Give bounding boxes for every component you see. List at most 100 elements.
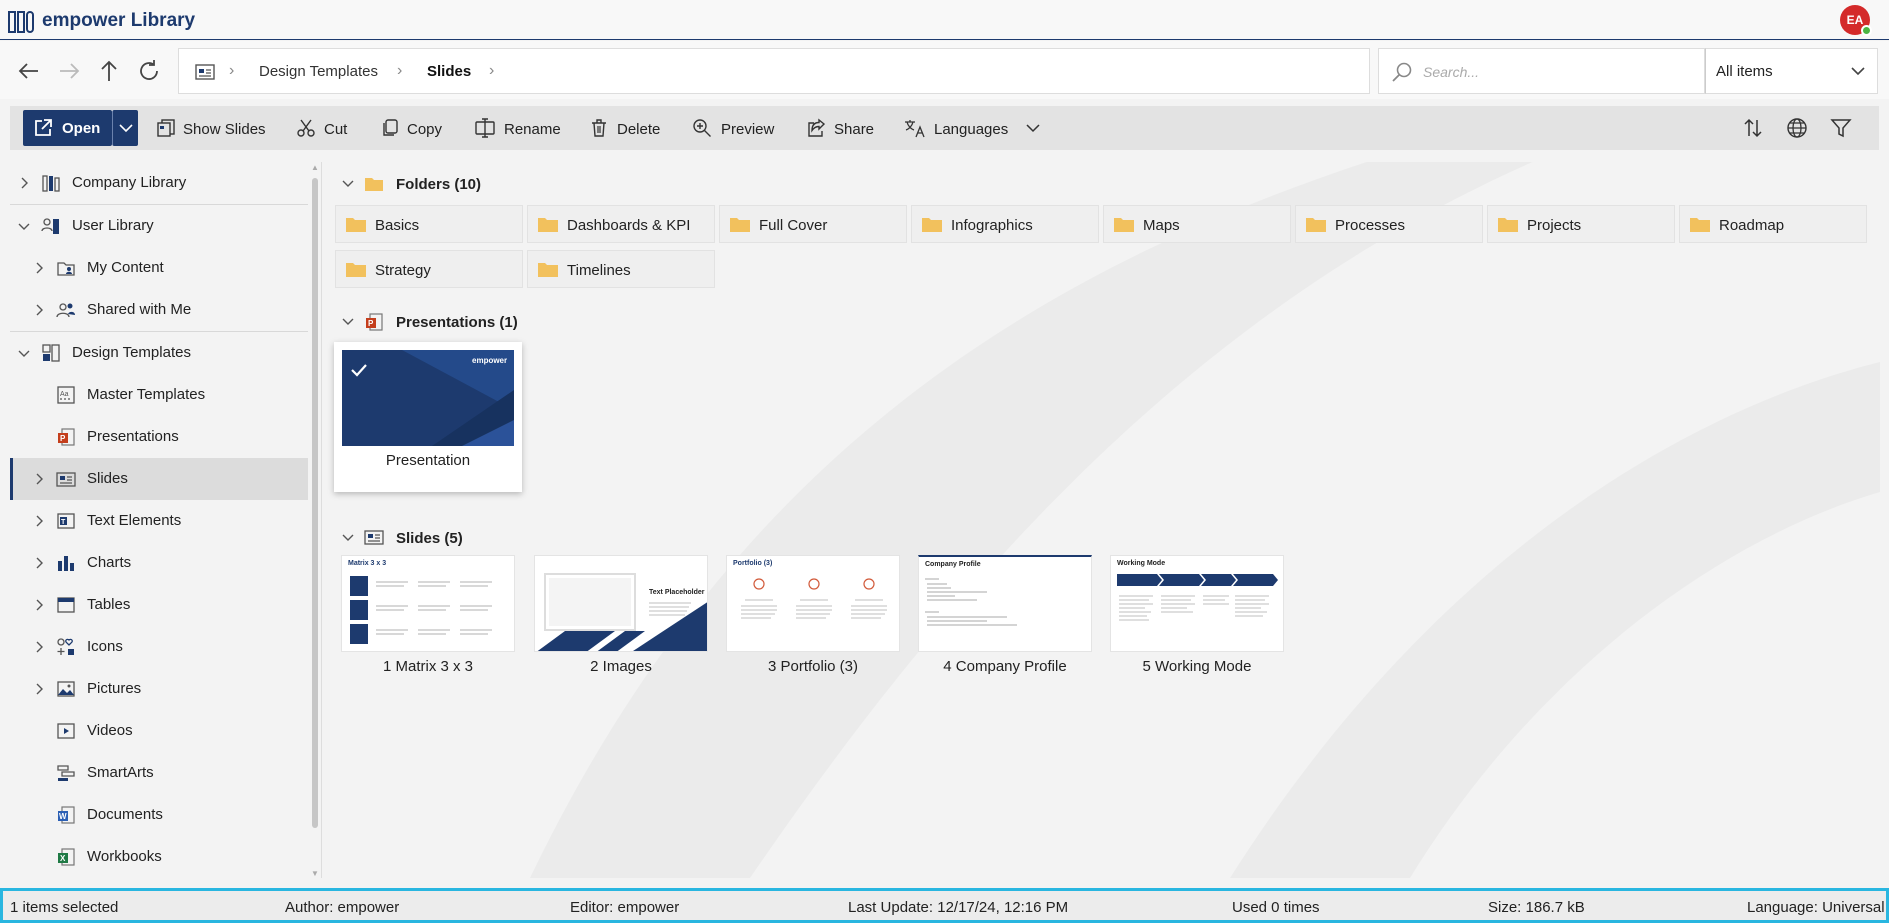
avatar[interactable]: EA: [1840, 5, 1872, 36]
breadcrumb-slides[interactable]: Slides: [427, 63, 471, 80]
slide-tile[interactable]: Company Profile 4 Company Profile: [918, 555, 1094, 685]
scroll-down-icon[interactable]: ▼: [311, 870, 319, 878]
slide-tile[interactable]: Portfolio (3) 3 Portfolio (3): [726, 555, 902, 685]
presentation-caption: Presentation: [385, 452, 471, 469]
back-arrow-icon[interactable]: [16, 58, 42, 84]
languages-button[interactable]: Languages: [904, 110, 1044, 146]
folder-tile[interactable]: Roadmap: [1679, 205, 1867, 243]
sidebar-item-master-templates[interactable]: Aa Master Templates: [10, 374, 308, 416]
search-icon[interactable]: [1391, 61, 1413, 83]
slides-section-header[interactable]: Slides (5): [342, 527, 542, 551]
share-button[interactable]: Share: [806, 110, 886, 146]
folder-icon: [538, 218, 558, 232]
chevron-down-icon[interactable]: [342, 533, 354, 543]
chevron-right-icon[interactable]: [35, 473, 45, 485]
refresh-icon[interactable]: [136, 58, 162, 84]
chevron-right-icon[interactable]: [35, 557, 45, 569]
sidebar-item-tables[interactable]: Tables: [10, 584, 308, 626]
rename-button[interactable]: Rename: [474, 110, 564, 146]
sidebar-item-shared-with-me[interactable]: Shared with Me: [10, 289, 308, 331]
slide-thumbnail: Company Profile: [918, 555, 1092, 652]
chart-icon: [58, 556, 74, 571]
open-dropdown-button[interactable]: [112, 110, 138, 146]
slides-home-icon[interactable]: [195, 63, 215, 81]
presentations-section-header[interactable]: P Presentations (1): [342, 311, 562, 335]
sidebar-item-documents[interactable]: W Documents: [10, 794, 308, 836]
chevron-down-icon[interactable]: [18, 349, 30, 359]
folder-icon: [1114, 218, 1134, 232]
chevron-right-icon[interactable]: [35, 262, 45, 274]
sidebar-item-text-elements[interactable]: T Text Elements: [10, 500, 308, 542]
show-slides-button[interactable]: Show Slides: [156, 110, 276, 146]
search-input[interactable]: [1423, 59, 1693, 85]
copy-button[interactable]: Copy: [380, 110, 460, 146]
slide-thumbnail: Portfolio (3): [726, 555, 900, 652]
title-bar: empower Library EA: [0, 0, 1889, 40]
delete-button[interactable]: Delete: [589, 110, 669, 146]
cut-button[interactable]: Cut: [296, 110, 366, 146]
scrollbar-thumb[interactable]: [312, 178, 318, 828]
folder-tile[interactable]: Projects: [1487, 205, 1675, 243]
sidebar-item-my-content[interactable]: My Content: [10, 247, 308, 289]
folders-section-header[interactable]: Folders (10): [342, 173, 542, 197]
slide-tile[interactable]: Working Mode 5 Working Mode: [1110, 555, 1286, 685]
status-editor: Editor: empower: [570, 899, 680, 916]
folder-tile[interactable]: Strategy: [335, 250, 523, 288]
folder-tile[interactable]: Processes: [1295, 205, 1483, 243]
chevron-right-icon[interactable]: [35, 599, 45, 611]
slide-thumbnail: Working Mode: [1110, 555, 1284, 652]
sidebar-scrollbar[interactable]: ▲ ▼: [311, 162, 319, 878]
folder-tile[interactable]: Infographics: [911, 205, 1099, 243]
forward-arrow-icon[interactable]: [56, 58, 82, 84]
sidebar-item-pictures[interactable]: Pictures: [10, 668, 308, 710]
filter-icon[interactable]: [1830, 117, 1852, 139]
folder-tile[interactable]: Basics: [335, 205, 523, 243]
sidebar-item-slides[interactable]: Slides: [10, 458, 308, 500]
globe-icon[interactable]: [1786, 117, 1808, 139]
sidebar-item-charts[interactable]: Charts: [10, 542, 308, 584]
chevron-right-icon[interactable]: [35, 683, 45, 695]
library-icon: [42, 175, 60, 192]
status-size: Size: 186.7 kB: [1488, 899, 1585, 916]
up-arrow-icon[interactable]: [96, 58, 122, 84]
slide-tile[interactable]: Matrix 3 x 3 1 Matrix 3 x 3: [341, 555, 517, 685]
presentation-icon: P: [58, 428, 75, 446]
breadcrumb-separator-icon[interactable]: ›: [489, 62, 501, 80]
chevron-right-icon[interactable]: [20, 177, 30, 189]
scroll-up-icon[interactable]: ▲: [311, 164, 319, 172]
folder-icon: [538, 263, 558, 277]
sidebar-item-smartarts[interactable]: SmartArts: [10, 752, 308, 794]
presentation-card[interactable]: empower Presentation: [334, 342, 522, 492]
sidebar-item-workbooks[interactable]: X Workbooks: [10, 836, 308, 878]
chevron-right-icon[interactable]: [35, 515, 45, 527]
slide-tile[interactable]: Text Placeholder 2 Images: [534, 555, 710, 685]
open-button[interactable]: Open: [23, 110, 112, 146]
folder-tile[interactable]: Full Cover: [719, 205, 907, 243]
search-box: [1378, 48, 1705, 94]
sidebar-item-icons[interactable]: Icons: [10, 626, 308, 668]
breadcrumb-design-templates[interactable]: Design Templates: [259, 63, 378, 80]
navigation-row: › Design Templates › Slides › All items: [0, 41, 1889, 99]
shared-icon: [56, 303, 75, 318]
sidebar-item-presentations[interactable]: P Presentations: [10, 416, 308, 458]
pane-splitter[interactable]: [321, 162, 322, 878]
chevron-right-icon[interactable]: [35, 641, 45, 653]
slide-caption: 5 Working Mode: [1142, 658, 1252, 675]
sidebar-item-label: My Content: [87, 259, 164, 276]
sidebar-item-company-library[interactable]: Company Library: [10, 162, 308, 204]
slide-caption: 3 Portfolio (3): [767, 658, 859, 675]
folder-icon: [1306, 218, 1326, 232]
folder-tile[interactable]: Dashboards & KPI: [527, 205, 715, 243]
folder-tile[interactable]: Maps: [1103, 205, 1291, 243]
preview-button[interactable]: Preview: [692, 110, 782, 146]
chevron-down-icon[interactable]: [342, 317, 354, 327]
folder-tile[interactable]: Timelines: [527, 250, 715, 288]
sort-icon[interactable]: [1742, 117, 1764, 139]
sidebar-item-user-library[interactable]: User Library: [10, 205, 308, 247]
sidebar-item-videos[interactable]: Videos: [10, 710, 308, 752]
chevron-down-icon[interactable]: [18, 222, 30, 232]
chevron-right-icon[interactable]: [35, 304, 45, 316]
sidebar-item-design-templates[interactable]: Design Templates: [10, 332, 308, 374]
scope-select[interactable]: All items: [1705, 48, 1878, 94]
chevron-down-icon[interactable]: [342, 179, 354, 189]
